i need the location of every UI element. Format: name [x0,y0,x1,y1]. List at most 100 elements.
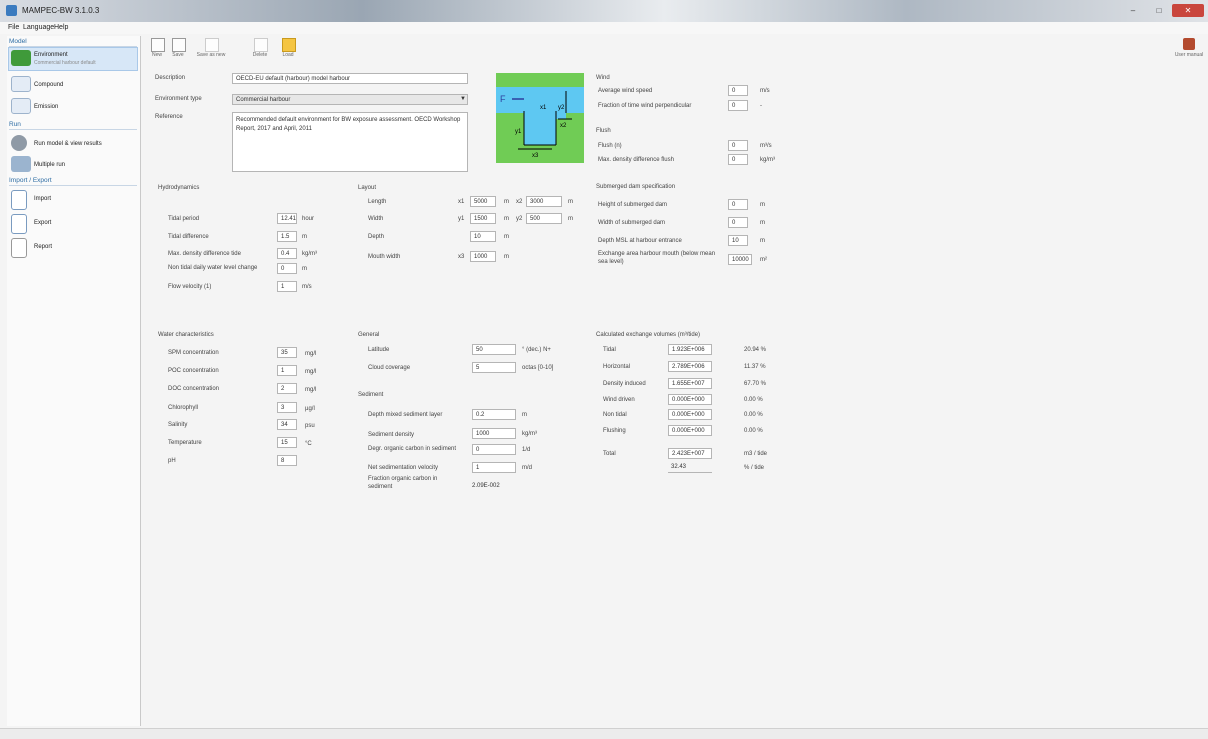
sediment-density-input[interactable]: 1000 [472,428,516,439]
degr-organic-carbon-input[interactable]: 0 [472,444,516,455]
toolbar-save-as-new[interactable]: Save as new [193,52,229,58]
exchange-horizontal-label: Horizontal [603,364,631,370]
length-x1-input[interactable]: 5000 [470,196,496,207]
toolbar-delete[interactable]: Delete [248,52,272,58]
cloud-coverage-input[interactable]: 5 [472,362,516,373]
sediment-density-unit: kg/m³ [522,431,537,437]
non-tidal-change-unit: m [302,266,307,272]
app-icon [6,5,17,16]
exchange-area-input[interactable]: 10000 [728,254,752,265]
menu-file[interactable]: File [8,24,19,31]
toolbar-save[interactable]: Save [166,52,190,58]
exchange-tidal-label: Tidal [603,347,616,353]
close-icon[interactable]: ✕ [1172,4,1204,17]
length-x2-input[interactable]: 3000 [526,196,562,207]
length-x2-unit: m [568,199,573,205]
sidebar-item-multiple-run[interactable]: Multiple run [34,162,65,168]
sedimentation-velocity-input[interactable]: 1 [472,462,516,473]
load-folder-icon[interactable] [282,38,296,52]
mouth-width-input[interactable]: 1000 [470,251,496,262]
flush-input[interactable]: 0 [728,140,748,151]
salinity-input[interactable]: 34 [277,419,297,430]
length-label: Length [368,199,387,205]
exchange-density-pct: 67.70 % [744,381,767,387]
dam-height-input[interactable]: 0 [728,199,748,210]
sidebar-section-run: Run [9,121,21,128]
menu-bar [0,22,1208,34]
width-y1-input[interactable]: 1500 [470,213,496,224]
new-icon[interactable] [151,38,165,52]
menu-help[interactable]: Help [54,24,68,31]
exchange-total-unit: m3 / tide [744,451,768,457]
sidebar-item-import[interactable]: Import [34,196,51,202]
density-difference-tide-label: Max. density difference tide [168,251,241,257]
menu-language[interactable]: Language [23,24,54,31]
dam-width-label: Width of submerged dam [598,220,666,226]
diagram-label-y2: y2 [558,105,565,111]
toolbar-load[interactable]: Load [276,52,300,58]
diagram-harbour-basin [524,111,556,145]
chevron-down-icon[interactable]: ▼ [460,96,466,102]
spm-input[interactable]: 35 [277,347,297,358]
reference-textarea[interactable]: Recommended default environment for BW e… [232,112,468,172]
save-icon[interactable] [172,38,186,52]
emission-icon [11,98,31,114]
depth-unit: m [504,234,509,240]
sidebar-section-import-export: Import / Export [9,177,52,184]
chlorophyll-input[interactable]: 3 [277,402,297,413]
tidal-difference-input[interactable]: 1.5 [277,231,297,242]
doc-input[interactable]: 2 [277,383,297,394]
description-input[interactable]: OECD-EU default (harbour) model harbour [232,73,468,84]
width-label: Width [368,216,384,222]
non-tidal-change-label: Non tidal daily water level change [168,265,258,271]
exchange-non-tidal-pct: 0.00 % [744,412,763,418]
user-manual-icon[interactable] [1183,38,1195,50]
wind-speed-input[interactable]: 0 [728,85,748,96]
user-manual-button[interactable]: User manual [1170,52,1208,58]
delete-icon[interactable] [254,38,268,52]
sidebar-item-report[interactable]: Report [34,244,52,250]
environment-type-select[interactable]: Commercial harbour [232,94,468,105]
tidal-period-input[interactable]: 12.41 [277,213,297,224]
reference-label: Reference [155,114,183,120]
dam-width-input[interactable]: 0 [728,217,748,228]
tidal-period-label: Tidal period [168,216,200,222]
sidebar-item-run-model[interactable]: Run model & view results [34,141,102,147]
ph-input[interactable]: 8 [277,455,297,466]
sediment-layer-input[interactable]: 0.2 [472,409,516,420]
exchange-horizontal-pct: 11.37 % [744,364,766,370]
status-bar [0,728,1208,739]
exchange-flushing-label: Flushing [603,428,626,434]
salinity-label: Salinity [168,422,188,428]
exchange-wind-label: Wind driven [603,397,635,403]
cloud-coverage-label: Cloud coverage [368,365,411,371]
temperature-input[interactable]: 15 [277,437,297,448]
latitude-input[interactable]: 50 [472,344,516,355]
save-as-new-icon[interactable] [205,38,219,52]
hydrodynamics-title: Hydrodynamics [158,185,200,191]
maximize-icon[interactable]: □ [1146,4,1172,17]
flush-density-label: Max. density difference flush [598,157,674,163]
flow-velocity-unit: m/s [302,284,312,290]
export-icon [11,214,27,234]
sediment-title: Sediment [358,392,384,398]
entrance-depth-input[interactable]: 10 [728,235,748,246]
import-icon [11,190,27,210]
poc-unit: mg/l [305,369,317,375]
wind-fraction-input[interactable]: 0 [728,100,748,111]
flush-density-input[interactable]: 0 [728,154,748,165]
depth-input[interactable]: 10 [470,231,496,242]
width-y2-input[interactable]: 500 [526,213,562,224]
flow-velocity-input[interactable]: 1 [277,281,297,292]
poc-input[interactable]: 1 [277,365,297,376]
density-difference-tide-input[interactable]: 0.4 [277,248,297,259]
sidebar-item-export[interactable]: Export [34,220,51,226]
sidebar-item-compound[interactable]: Compound [34,82,63,88]
non-tidal-change-input[interactable]: 0 [277,263,297,274]
sidebar-item-sublabel: Commercial harbour default [34,60,96,66]
sidebar-item-emission[interactable]: Emission [34,104,58,110]
exchange-area-label: Exchange area harbour mouth (below mean … [598,251,716,265]
wind-speed-unit: m/s [760,88,770,94]
spm-label: SPM concentration [168,350,219,356]
minimize-icon[interactable]: – [1120,4,1146,17]
